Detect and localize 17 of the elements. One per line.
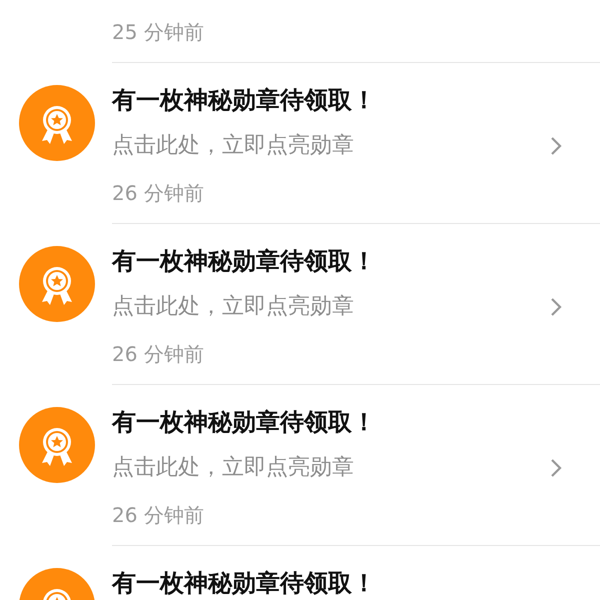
timestamp: 26 分钟前 (112, 502, 205, 529)
chevron-right-icon (550, 136, 562, 156)
notification-subtitle: 点击此处，立即点亮勋章 (112, 293, 354, 321)
notification-title[interactable]: 有一枚神秘勋章待领取！ (112, 242, 600, 280)
notification-title[interactable]: 有一枚神秘勋章待领取！ (112, 564, 600, 600)
notification-subtitle: 点击此处，立即点亮勋章 (112, 132, 354, 160)
chevron-right-icon (550, 458, 562, 478)
chevron-right-icon (550, 297, 562, 317)
medal-icon (19, 85, 95, 161)
timestamp: 25 分钟前 (112, 19, 205, 46)
medal-icon (19, 246, 95, 322)
timestamp: 26 分钟前 (112, 180, 205, 207)
timestamp: 26 分钟前 (112, 341, 205, 368)
notification-subtitle: 点击此处，立即点亮勋章 (112, 454, 354, 482)
notification-title[interactable]: 有一枚神秘勋章待领取！ (112, 403, 600, 441)
medal-icon (19, 407, 95, 483)
notification-title[interactable]: 有一枚神秘勋章待领取！ (112, 81, 600, 119)
